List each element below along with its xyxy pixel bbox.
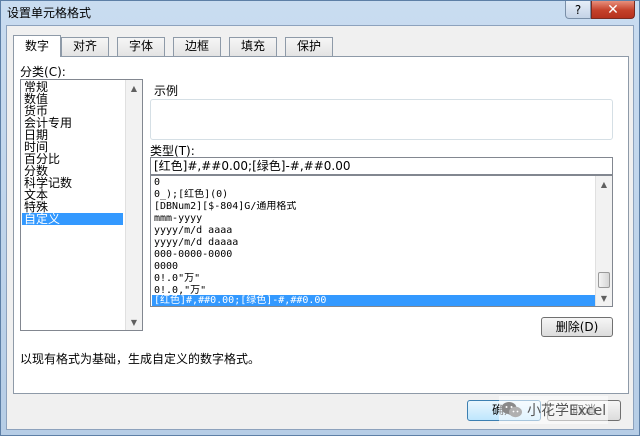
tab-protection[interactable]: 保护 (285, 37, 333, 56)
title-bar[interactable]: 设置单元格格式 ? ✕ (1, 1, 639, 25)
close-button[interactable]: ✕ (591, 1, 635, 19)
format-item-selected[interactable]: [红色]#,##0.00;[绿色]-#,##0.00 (152, 295, 596, 306)
dialog-body: 数字 对齐 字体 边框 填充 保护 分类(C): 常规 数值 货币 会计专用 日… (6, 25, 634, 430)
tab-alignment[interactable]: 对齐 (61, 37, 109, 56)
type-input[interactable]: [红色]#,##0.00;[绿色]-#,##0.00 (150, 157, 613, 175)
scroll-up-arrow-icon[interactable]: ▲ (126, 80, 142, 96)
help-button[interactable]: ? (565, 1, 591, 19)
scroll-down-arrow-icon[interactable]: ▼ (596, 290, 612, 306)
sample-label: 示例 (154, 84, 179, 98)
scroll-up-arrow-icon[interactable]: ▲ (596, 176, 612, 192)
category-label: 分类(C): (20, 65, 66, 79)
scroll-thumb[interactable] (598, 272, 610, 288)
scroll-down-arrow-icon[interactable]: ▼ (126, 314, 142, 330)
watermark: 小花学Excel (499, 396, 609, 424)
tab-font[interactable]: 字体 (117, 37, 165, 56)
tab-fill[interactable]: 填充 (229, 37, 277, 56)
format-item[interactable]: yyyy/m/d aaaa (152, 225, 596, 237)
tab-number[interactable]: 数字 (13, 35, 61, 57)
delete-button[interactable]: 删除(D) (541, 317, 613, 337)
format-item[interactable]: 0000 (152, 261, 596, 273)
format-item[interactable]: 000-0000-0000 (152, 249, 596, 261)
category-list[interactable]: 常规 数值 货币 会计专用 日期 时间 百分比 分数 科学记数 文本 特殊 自定… (20, 79, 143, 331)
tab-border[interactable]: 边框 (173, 37, 221, 56)
format-item[interactable]: [DBNum2][$-804]G/通用格式 (152, 201, 596, 213)
format-item[interactable]: yyyy/m/d daaaa (152, 237, 596, 249)
format-cells-dialog: 设置单元格格式 ? ✕ 数字 对齐 字体 边框 填充 保护 分类(C): 常规 … (0, 0, 640, 436)
category-item-custom[interactable]: 自定义 (22, 213, 123, 225)
dialog-title: 设置单元格格式 (7, 6, 92, 20)
format-item[interactable]: 0!.0"万" (152, 273, 596, 285)
format-item[interactable]: 0 (152, 177, 596, 189)
sample-box (150, 99, 613, 140)
format-item[interactable]: 0_);[红色](0) (152, 189, 596, 201)
wechat-icon (501, 402, 522, 418)
category-scrollbar[interactable]: ▲ ▼ (125, 80, 142, 330)
number-tab-panel: 分类(C): 常规 数值 货币 会计专用 日期 时间 百分比 分数 科学记数 文… (13, 56, 629, 394)
format-list[interactable]: 0 0_);[红色](0) [DBNum2][$-804]G/通用格式 mmm-… (150, 175, 613, 307)
format-item[interactable]: mmm-yyyy (152, 213, 596, 225)
hint-text: 以现有格式为基础，生成自定义的数字格式。 (20, 352, 261, 366)
watermark-text: 小花学Excel (527, 403, 607, 419)
format-list-scrollbar[interactable]: ▲ ▼ (595, 176, 612, 306)
